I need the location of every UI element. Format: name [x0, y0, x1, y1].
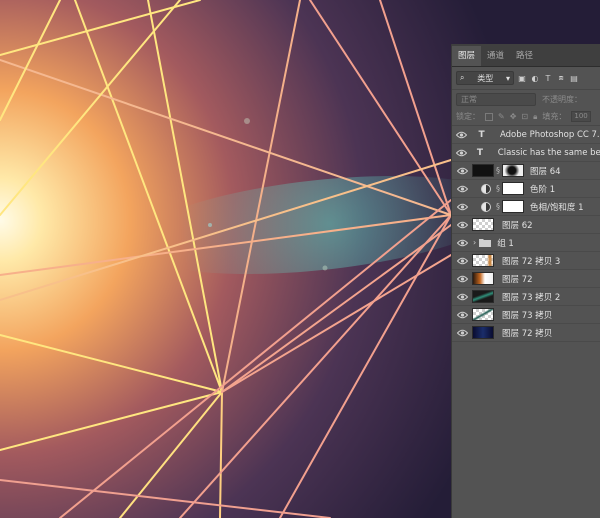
link-chain-icon[interactable]: § — [496, 184, 500, 193]
layer-name: 图层 64 — [530, 166, 561, 177]
layer-row[interactable]: T Classic has the same beha — [452, 144, 600, 162]
layer-row[interactable]: 图层 72 拷贝 3 — [452, 252, 600, 270]
layer-mask-thumbnail[interactable] — [502, 164, 524, 177]
visibility-eye-icon[interactable] — [452, 149, 470, 157]
visibility-eye-icon[interactable] — [452, 167, 472, 175]
layer-row[interactable]: › 组 1 — [452, 234, 600, 252]
shape-filter-icon[interactable]: ⧈ — [556, 73, 566, 83]
text-layer-icon: T — [476, 147, 483, 158]
adjustment-filter-icon[interactable]: ◐ — [530, 73, 540, 83]
layer-name: 色相/饱和度 1 — [530, 202, 584, 213]
layer-name: 组 1 — [497, 238, 514, 249]
lock-position-icon[interactable]: ✥ — [510, 112, 517, 121]
visibility-eye-icon[interactable] — [452, 221, 472, 229]
panel-tab-bar: 图层 通道 路径 — [452, 44, 600, 67]
link-chain-icon[interactable]: § — [496, 166, 500, 175]
layer-thumbnail — [472, 272, 494, 285]
layer-name: 图层 72 拷贝 3 — [502, 256, 561, 267]
visibility-eye-icon[interactable] — [452, 293, 472, 301]
visibility-eye-icon[interactable] — [452, 257, 472, 265]
layer-row[interactable]: § 色相/饱和度 1 — [452, 198, 600, 216]
visibility-eye-icon[interactable] — [452, 131, 471, 139]
smart-object-filter-icon[interactable]: ▤ — [569, 73, 579, 83]
layer-row[interactable]: § 图层 64 — [452, 162, 600, 180]
visibility-eye-icon[interactable] — [452, 329, 472, 337]
layer-filter-select[interactable]: ⌕ 类型 ▾ — [456, 71, 514, 85]
opacity-label: 不透明度： — [542, 94, 582, 104]
tab-layers[interactable]: 图层 — [452, 46, 482, 66]
layer-row[interactable]: 图层 73 拷贝 2 — [452, 288, 600, 306]
layer-row[interactable]: 图层 73 拷贝 — [452, 306, 600, 324]
layer-name: 图层 73 拷贝 2 — [502, 292, 561, 303]
lock-row: 锁定： ✎ ✥ ⊡ 🔒︎ 填充： 100 — [452, 108, 600, 126]
search-icon: ⌕ — [460, 73, 465, 82]
type-filter-icon[interactable]: T — [543, 73, 553, 83]
lock-artboard-icon[interactable]: ⊡ — [521, 112, 528, 121]
blend-mode-select[interactable]: 正常 — [456, 92, 536, 106]
layer-mask-thumbnail[interactable] — [502, 182, 524, 195]
lock-label: 锁定： — [456, 112, 480, 121]
layer-name: 图层 73 拷贝 — [502, 310, 553, 321]
text-layer-icon: T — [478, 129, 485, 140]
layer-name: 图层 62 — [502, 220, 533, 231]
folder-icon — [479, 239, 492, 247]
tab-paths[interactable]: 路径 — [510, 46, 539, 66]
layer-name: 图层 72 拷贝 — [502, 328, 553, 339]
layer-name: 色阶 1 — [530, 184, 556, 195]
link-chain-icon[interactable]: § — [496, 202, 500, 211]
visibility-eye-icon[interactable] — [452, 275, 472, 283]
layer-row[interactable]: T Adobe Photoshop CC 7.0 — [452, 126, 600, 144]
fill-input[interactable]: 100 — [571, 111, 592, 122]
filter-label: 类型 — [477, 73, 494, 83]
blend-row: 正常 不透明度： — [452, 90, 600, 108]
layer-name: Classic has the same beha — [497, 147, 600, 158]
fill-label: 填充： — [542, 112, 567, 121]
layers-panel: 图层 通道 路径 ⌕ 类型 ▾ ▣ ◐ T ⧈ ▤ 正常 不透明度： 锁定： ✎… — [451, 44, 600, 518]
layer-list: T Adobe Photoshop CC 7.0 T Classic has t… — [452, 126, 600, 342]
layer-name: Adobe Photoshop CC 7.0 — [500, 129, 600, 140]
layer-thumbnail — [472, 254, 494, 267]
tab-channels[interactable]: 通道 — [481, 46, 510, 66]
visibility-eye-icon[interactable] — [452, 203, 472, 211]
filter-row: ⌕ 类型 ▾ ▣ ◐ T ⧈ ▤ — [452, 67, 600, 90]
visibility-eye-icon[interactable] — [452, 185, 472, 193]
lock-transparent-icon[interactable] — [485, 112, 493, 121]
layer-mask-thumbnail[interactable] — [502, 200, 524, 213]
visibility-eye-icon[interactable] — [452, 311, 472, 319]
layer-name: 图层 72 — [502, 274, 533, 285]
layer-thumbnail — [472, 218, 494, 231]
layer-row[interactable]: 图层 72 — [452, 270, 600, 288]
visibility-eye-icon[interactable] — [452, 239, 472, 247]
layer-row[interactable]: § 色阶 1 — [452, 180, 600, 198]
layer-thumbnail — [472, 308, 494, 321]
chevron-right-icon[interactable]: › — [473, 238, 476, 247]
layer-thumbnail — [472, 326, 494, 339]
lock-all-icon[interactable]: 🔒︎ — [533, 112, 537, 122]
layer-thumbnail — [472, 164, 494, 177]
layer-thumbnail — [472, 290, 494, 303]
adjustment-layer-icon — [481, 201, 491, 212]
lock-image-icon[interactable]: ✎ — [498, 112, 505, 121]
adjustment-layer-icon — [481, 183, 491, 194]
layer-row[interactable]: 图层 62 — [452, 216, 600, 234]
chevron-down-icon: ▾ — [505, 73, 510, 83]
image-filter-icon[interactable]: ▣ — [517, 73, 527, 83]
layer-row[interactable]: 图层 72 拷贝 — [452, 324, 600, 342]
